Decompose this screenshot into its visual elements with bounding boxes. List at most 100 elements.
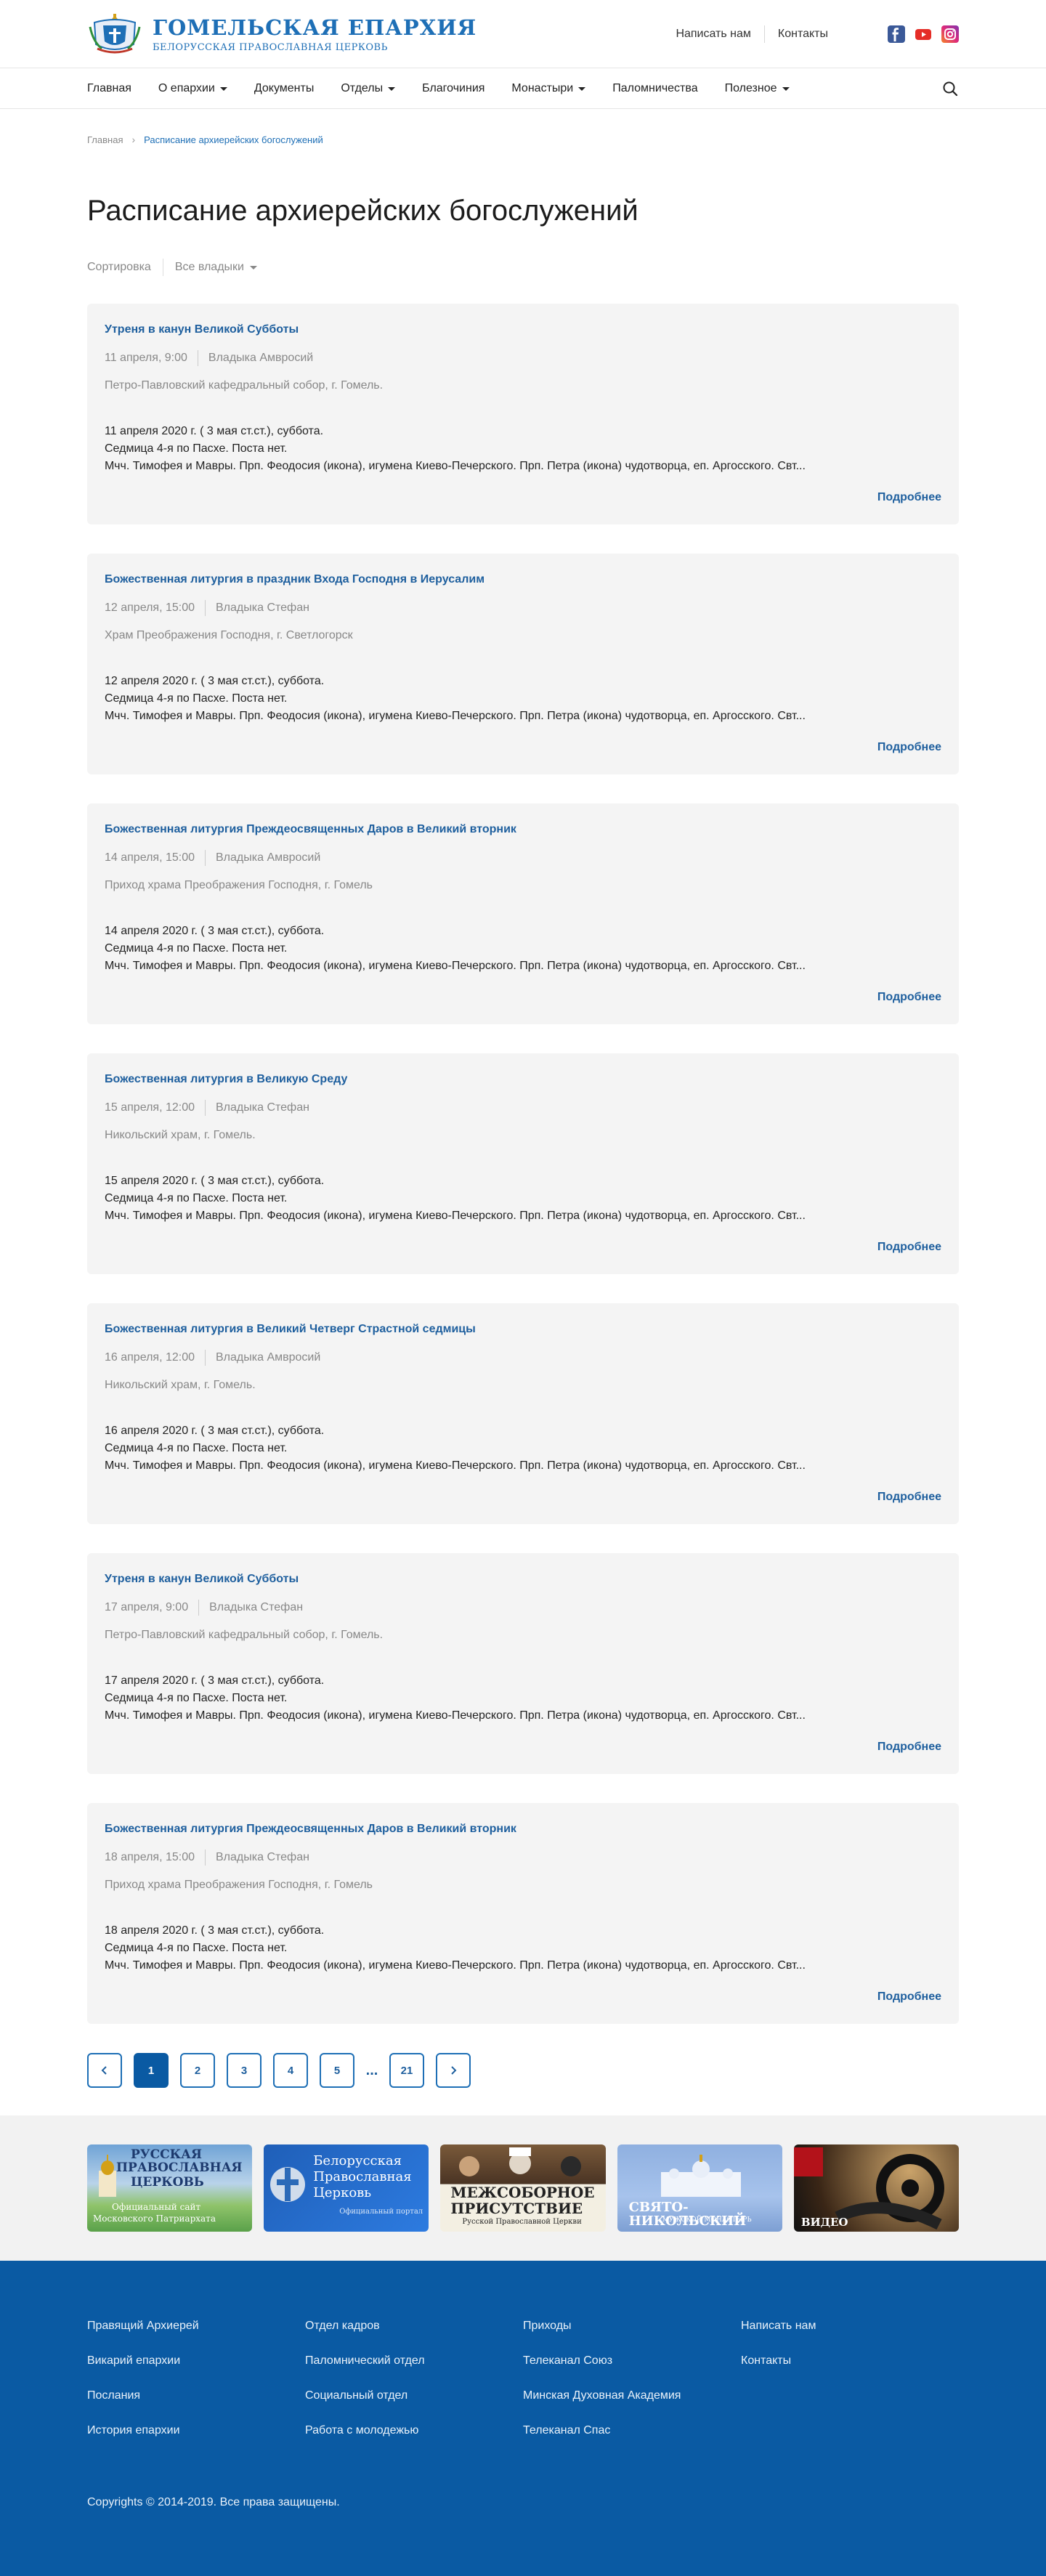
page-button[interactable]: 3: [227, 2053, 262, 2088]
nav-item-about[interactable]: О епархии: [158, 82, 227, 95]
footer-link[interactable]: Телеканал Союз: [523, 2354, 741, 2368]
chevron-down-icon: [388, 86, 396, 91]
footer-link[interactable]: Отдел кадров: [305, 2319, 523, 2333]
page-button-current[interactable]: 1: [134, 2053, 169, 2088]
logo-subtitle: БЕЛОРУССКАЯ ПРАВОСЛАВНАЯ ЦЕРКОВЬ: [153, 41, 388, 53]
service-title-link[interactable]: Божественная литургия в праздник Входа Г…: [105, 572, 941, 587]
banner-video-studio[interactable]: ВИДЕО: [793, 2144, 960, 2232]
main-content: Главная › Расписание архиерейских богосл…: [87, 134, 959, 2088]
more-link[interactable]: Подробнее: [877, 991, 941, 1004]
page-button[interactable]: 5: [320, 2053, 354, 2088]
service-title-link[interactable]: Божественная литургия в Великий Четверг …: [105, 1322, 941, 1337]
nav-item-documents[interactable]: Документы: [254, 82, 314, 95]
page-button-last[interactable]: 21: [389, 2053, 424, 2088]
nav-item-monasteries[interactable]: Монастыри: [511, 82, 586, 95]
footer-link[interactable]: Социальный отдел: [305, 2389, 523, 2403]
service-saints: Мчч. Тимофея и Мавры. Прп. Феодосия (ико…: [105, 960, 806, 972]
footer-link[interactable]: Паломнический отдел: [305, 2354, 523, 2368]
page-button[interactable]: 2: [180, 2053, 215, 2088]
services-list: Утреня в канун Великой Субботы 11 апреля…: [87, 304, 959, 2024]
nav-item-useful[interactable]: Полезное: [725, 82, 790, 95]
footer-link[interactable]: Викарий епархии: [87, 2354, 305, 2368]
service-saints: Мчч. Тимофея и Мавры. Прп. Феодосия (ико…: [105, 1959, 806, 1972]
banner-text: Церковь: [313, 2185, 372, 2200]
service-bishop: Владыка Стефан: [216, 1101, 309, 1114]
service-title-link[interactable]: Божественная литургия в Великую Среду: [105, 1072, 941, 1087]
service-date-full: 11 апреля 2020 г. ( 3 мая ст.ст.), суббо…: [105, 425, 324, 437]
service-week: Седмица 4-я по Пасхе. Поста нет.: [105, 1442, 288, 1454]
banner-st-nicholas-monastery[interactable]: СВЯТО-НИКОЛЬСКИЙ МУЖСКОЙ МОНАСТЫРЬ: [617, 2144, 782, 2232]
nav-item-departments[interactable]: Отделы: [341, 82, 396, 95]
footer-link[interactable]: Написать нам: [741, 2319, 959, 2333]
service-title-link[interactable]: Утреня в канун Великой Субботы: [105, 1572, 941, 1587]
footer-link[interactable]: Послания: [87, 2389, 305, 2403]
youtube-icon[interactable]: [915, 25, 932, 43]
facebook-icon[interactable]: [888, 25, 905, 43]
write-us-link[interactable]: Написать нам: [662, 28, 763, 41]
footer-link[interactable]: Телеканал Спас: [523, 2423, 741, 2438]
more-link[interactable]: Подробнее: [877, 1990, 941, 2004]
service-date: 15 апреля, 12:00: [105, 1101, 195, 1114]
more-link[interactable]: Подробнее: [877, 1741, 941, 1754]
nav-item-pilgrimage[interactable]: Паломничества: [612, 82, 697, 95]
divider: [198, 1600, 200, 1616]
pagination: 1 2 3 4 5 ... 21: [87, 2053, 959, 2088]
contacts-link[interactable]: Контакты: [765, 28, 841, 41]
banner-inter-council[interactable]: МЕЖСОБОРНОЕ ПРИСУТСТВИЕ Русской Правосла…: [440, 2144, 606, 2232]
service-saints: Мчч. Тимофея и Мавры. Прп. Феодосия (ико…: [105, 1459, 806, 1472]
more-link[interactable]: Подробнее: [877, 1241, 941, 1254]
service-date-full: 17 апреля 2020 г. ( 3 мая ст.ст.), суббо…: [105, 1674, 325, 1687]
service-week: Седмица 4-я по Пасхе. Поста нет.: [105, 942, 288, 955]
footer-link[interactable]: Минская Духовная Академия: [523, 2389, 741, 2403]
search-icon[interactable]: [941, 80, 959, 97]
chevron-right-icon: [451, 2066, 457, 2075]
breadcrumb: Главная › Расписание архиерейских богосл…: [87, 134, 959, 145]
footer-link[interactable]: Работа с молодежью: [305, 2423, 523, 2438]
banner-text: МУЖСКОЙ МОНАСТЫРЬ: [662, 2216, 752, 2224]
monastery-icon: [660, 2155, 741, 2197]
instagram-icon[interactable]: [941, 25, 959, 43]
service-bishop: Владыка Стефан: [216, 602, 309, 614]
more-link[interactable]: Подробнее: [877, 491, 941, 504]
prev-page-button[interactable]: [87, 2053, 122, 2088]
banner-text: Белорусская: [313, 2153, 402, 2168]
banner-belarusian-church[interactable]: Белорусская Православная Церковь Официал…: [264, 2144, 429, 2232]
service-date: 14 апреля, 15:00: [105, 851, 195, 864]
more-link[interactable]: Подробнее: [877, 741, 941, 754]
service-saints: Мчч. Тимофея и Мавры. Прп. Феодосия (ико…: [105, 1709, 806, 1722]
service-title-link[interactable]: Божественная литургия Преждеосвященных Д…: [105, 1822, 941, 1836]
next-page-button[interactable]: [436, 2053, 471, 2088]
footer: Правящий Архиерей Викарий епархии Послан…: [0, 2261, 1046, 2576]
service-place: Никольский храм, г. Гомель.: [105, 1379, 256, 1391]
service-bishop: Владыка Стефан: [209, 1601, 304, 1613]
divider: [205, 600, 206, 616]
nav-item-deaneries[interactable]: Благочиния: [422, 82, 485, 95]
footer-link[interactable]: Правящий Архиерей: [87, 2319, 305, 2333]
service-card: Божественная литургия Преждеосвященных Д…: [87, 1803, 959, 2024]
service-date: 16 апреля, 12:00: [105, 1351, 195, 1364]
service-title-link[interactable]: Утреня в канун Великой Субботы: [105, 323, 941, 337]
banner-text: МЕЖСОБОРНОЕ: [450, 2184, 595, 2201]
service-title-link[interactable]: Божественная литургия Преждеосвященных Д…: [105, 822, 941, 837]
service-place: Петро-Павловский кафедральный собор, г. …: [105, 1629, 384, 1641]
bishop-filter-select[interactable]: Все владыки: [175, 261, 257, 274]
breadcrumb-home[interactable]: Главная: [87, 134, 123, 145]
sort-value: Все владыки: [174, 261, 244, 273]
partner-banners: РУССКАЯ ПРАВОСЛАВНАЯ ЦЕРКОВЬ Официальный…: [0, 2115, 1046, 2261]
service-date-full: 14 апреля 2020 г. ( 3 мая ст.ст.), суббо…: [105, 925, 325, 937]
site-logo[interactable]: ГОМЕЛЬСКАЯ ЕПАРХИЯ БЕЛОРУССКАЯ ПРАВОСЛАВ…: [87, 12, 477, 56]
banner-russian-church[interactable]: РУССКАЯ ПРАВОСЛАВНАЯ ЦЕРКОВЬ Официальный…: [87, 2144, 253, 2232]
footer-link[interactable]: История епархии: [87, 2423, 305, 2438]
service-date-full: 15 апреля 2020 г. ( 3 мая ст.ст.), суббо…: [105, 1175, 325, 1187]
service-place: Никольский храм, г. Гомель.: [105, 1129, 256, 1141]
page-button[interactable]: 4: [273, 2053, 308, 2088]
nav-item-home[interactable]: Главная: [87, 82, 131, 95]
banner-text: Русской Православной Церкви: [462, 2218, 582, 2226]
more-link[interactable]: Подробнее: [877, 1491, 941, 1504]
top-bar: ГОМЕЛЬСКАЯ ЕПАРХИЯ БЕЛОРУССКАЯ ПРАВОСЛАВ…: [0, 0, 1046, 68]
service-bishop: Владыка Амвросий: [216, 851, 321, 864]
sort-label: Сортировка: [87, 261, 151, 273]
service-date-full: 18 апреля 2020 г. ( 3 мая ст.ст.), суббо…: [105, 1924, 325, 1937]
footer-link[interactable]: Контакты: [741, 2354, 959, 2368]
footer-link[interactable]: Приходы: [523, 2319, 741, 2333]
